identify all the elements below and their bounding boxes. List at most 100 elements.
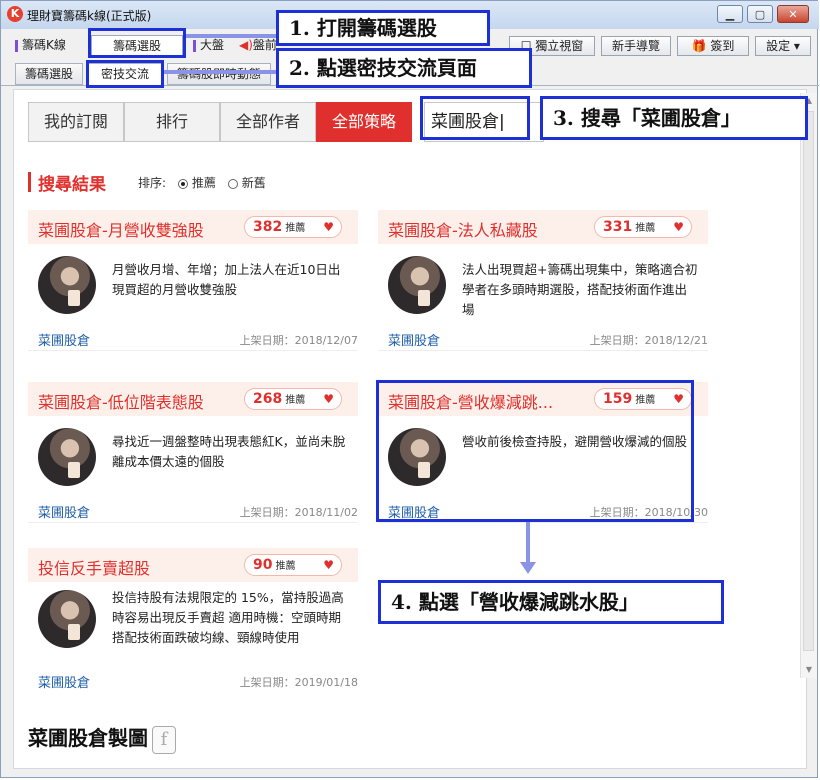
avatar-cup bbox=[68, 290, 80, 306]
tab-market[interactable]: 大盤 bbox=[187, 35, 230, 56]
recommend-label: 推薦 bbox=[285, 223, 306, 234]
tab-label: 大盤 bbox=[200, 38, 225, 52]
app-logo-icon: K bbox=[7, 6, 23, 22]
button-label: 設定 bbox=[766, 39, 791, 53]
facebook-icon[interactable]: f bbox=[152, 725, 176, 754]
date-prefix: 上架日期： bbox=[239, 334, 295, 347]
strategy-card[interactable]: 投信反手賣超股 90 推薦 ♥ 投信持股有法規限定的 15%，當持股過高時容易出現反… bbox=[28, 548, 358, 698]
author-link[interactable]: 菜圃股倉 bbox=[388, 330, 440, 349]
button-label: 獨立視窗 bbox=[535, 39, 584, 53]
author-link[interactable]: 菜圃股倉 bbox=[38, 330, 90, 349]
heart-icon: ♥ bbox=[323, 220, 334, 234]
close-icon: ✕ bbox=[788, 8, 798, 21]
beginner-guide-button[interactable]: 新手導覽 bbox=[601, 36, 671, 56]
strategy-card[interactable]: 菜圃股倉-法人私藏股 331 推薦 ♥ 法人出現買超+籌碼出現集中，策略適合初學者在… bbox=[378, 210, 708, 352]
card-divider bbox=[28, 522, 358, 523]
listing-date: 上架日期：2018/12/21 bbox=[590, 332, 708, 348]
tab-label: 籌碼選股 bbox=[24, 67, 73, 81]
author-avatar bbox=[388, 256, 446, 314]
tab-marker bbox=[193, 39, 196, 52]
vertical-scrollbar[interactable]: ▲ ▼ bbox=[800, 93, 817, 678]
card-header: 菜圃股倉-法人私藏股 331 推薦 ♥ bbox=[378, 210, 708, 244]
tab-label: 籌碼K線 bbox=[22, 38, 66, 52]
listing-date: 上架日期：2018/11/02 bbox=[240, 504, 358, 520]
recommend-badge[interactable]: 331 推薦 ♥ bbox=[594, 216, 692, 238]
annotation-arrow-1 bbox=[186, 34, 276, 38]
card-description: 法人出現買超+籌碼出現集中，策略適合初學者在多頭時期選股，搭配技術面作進出場 bbox=[462, 262, 698, 317]
annotation-arrow-2 bbox=[164, 70, 276, 74]
highlight-search bbox=[420, 96, 530, 140]
strategy-card[interactable]: 菜圃股倉-月營收雙強股 382 推薦 ♥ 月營收月增、年增；加上法人在近10日出現買… bbox=[28, 210, 358, 352]
date-prefix: 上架日期： bbox=[239, 506, 295, 519]
date-prefix: 上架日期： bbox=[239, 676, 295, 689]
sort-control: 排序: 推薦 新舊 bbox=[138, 174, 266, 191]
date-value: 2019/01/18 bbox=[294, 676, 358, 689]
card-title[interactable]: 菜圃股倉-法人私藏股 bbox=[388, 217, 538, 241]
card-title[interactable]: 菜圃股倉-月營收雙強股 bbox=[38, 217, 204, 241]
recommend-count: 382 bbox=[253, 219, 283, 235]
maximize-icon: ▢ bbox=[754, 8, 766, 21]
button-label: 簽到 bbox=[710, 39, 735, 53]
date-value: 2018/11/02 bbox=[294, 506, 358, 519]
avatar-cup bbox=[418, 290, 430, 306]
nav-my-subscriptions[interactable]: 我的訂閱 bbox=[28, 102, 124, 142]
footer-text: 菜圃股倉製圖 bbox=[28, 726, 148, 750]
card-title[interactable]: 投信反手賣超股 bbox=[38, 555, 150, 579]
avatar-cup bbox=[68, 624, 80, 640]
author-link[interactable]: 菜圃股倉 bbox=[38, 672, 90, 691]
highlight-chip-picker-tab bbox=[88, 28, 186, 58]
scroll-thumb[interactable] bbox=[803, 111, 814, 651]
scroll-down-arrow-icon[interactable]: ▼ bbox=[801, 662, 817, 678]
card-divider bbox=[378, 350, 708, 351]
author-avatar bbox=[38, 428, 96, 486]
recommend-label: 推薦 bbox=[275, 561, 296, 572]
card-description: 尋找近一週盤整時出現表態紅K，並尚未脫離成本價太遠的個股 bbox=[112, 434, 346, 469]
sort-recommend-radio[interactable] bbox=[177, 178, 188, 189]
subtab-realtime-chip-stocks[interactable]: 籌碼股即時動態 bbox=[167, 63, 271, 85]
highlight-target-card bbox=[376, 380, 694, 522]
card-title[interactable]: 菜圃股倉-低位階表態股 bbox=[38, 389, 204, 413]
dropdown-arrow-icon: ▾ bbox=[793, 39, 800, 53]
recommend-count: 331 bbox=[603, 219, 633, 235]
nav-ranking[interactable]: 排行 bbox=[124, 102, 220, 142]
speaker-icon: ◀) bbox=[239, 38, 253, 52]
button-label: 新手導覽 bbox=[611, 39, 660, 53]
heart-icon: ♥ bbox=[323, 558, 334, 572]
gift-icon: 🎁 bbox=[691, 39, 707, 53]
nav-all-authors[interactable]: 全部作者 bbox=[220, 102, 316, 142]
card-description: 月營收月增、年增；加上法人在近10日出現買超的月營收雙強股 bbox=[112, 262, 341, 297]
tab-label: 盤前 bbox=[252, 38, 277, 52]
recommend-label: 推薦 bbox=[635, 223, 656, 234]
minimize-button[interactable]: ▁ bbox=[717, 5, 743, 23]
recommend-badge[interactable]: 382 推薦 ♥ bbox=[244, 216, 342, 238]
settings-button[interactable]: 設定 ▾ bbox=[755, 36, 811, 56]
maximize-button[interactable]: ▢ bbox=[747, 5, 773, 23]
sort-newest-radio[interactable] bbox=[227, 178, 238, 189]
annotation-step-3: 3. 搜尋「菜圃股倉」 bbox=[540, 96, 808, 140]
sort-option-label: 新舊 bbox=[241, 176, 266, 190]
card-header: 菜圃股倉-低位階表態股 268 推薦 ♥ bbox=[28, 382, 358, 416]
sort-label: 排序: bbox=[138, 176, 167, 190]
nav-all-strategies[interactable]: 全部策略 bbox=[316, 102, 412, 142]
results-title: 搜尋結果 bbox=[38, 175, 106, 195]
author-avatar bbox=[38, 590, 96, 648]
window-title: 理財寶籌碼k線(正式版) bbox=[27, 9, 152, 23]
footer-credit: 菜圃股倉製圖 f bbox=[28, 722, 176, 754]
recommend-badge[interactable]: 268 推薦 ♥ bbox=[244, 388, 342, 410]
results-accent-bar bbox=[28, 172, 31, 192]
recommend-count: 90 bbox=[253, 557, 273, 573]
strategy-card[interactable]: 菜圃股倉-低位階表態股 268 推薦 ♥ 尋找近一週盤整時出現表態紅K，並尚未脫離成… bbox=[28, 382, 358, 524]
checkin-button[interactable]: 🎁 簽到 bbox=[677, 36, 749, 56]
card-description: 投信持股有法規限定的 15%，當持股過高時容易出現反手賣超 適用時機：空頭時期搭… bbox=[112, 590, 344, 645]
tab-marker bbox=[15, 39, 18, 52]
sort-option-label: 推薦 bbox=[191, 176, 216, 190]
card-header: 投信反手賣超股 90 推薦 ♥ bbox=[28, 548, 358, 582]
card-header: 菜圃股倉-月營收雙強股 382 推薦 ♥ bbox=[28, 210, 358, 244]
author-link[interactable]: 菜圃股倉 bbox=[38, 502, 90, 521]
tab-chip-kline[interactable]: 籌碼K線 bbox=[9, 35, 72, 56]
close-button[interactable]: ✕ bbox=[777, 5, 809, 23]
recommend-badge[interactable]: 90 推薦 ♥ bbox=[244, 554, 342, 576]
subtab-chip-picker[interactable]: 籌碼選股 bbox=[15, 63, 83, 85]
listing-date: 上架日期：2019/01/18 bbox=[240, 674, 358, 690]
annotation-step-1: 1. 打開籌碼選股 bbox=[276, 10, 490, 46]
